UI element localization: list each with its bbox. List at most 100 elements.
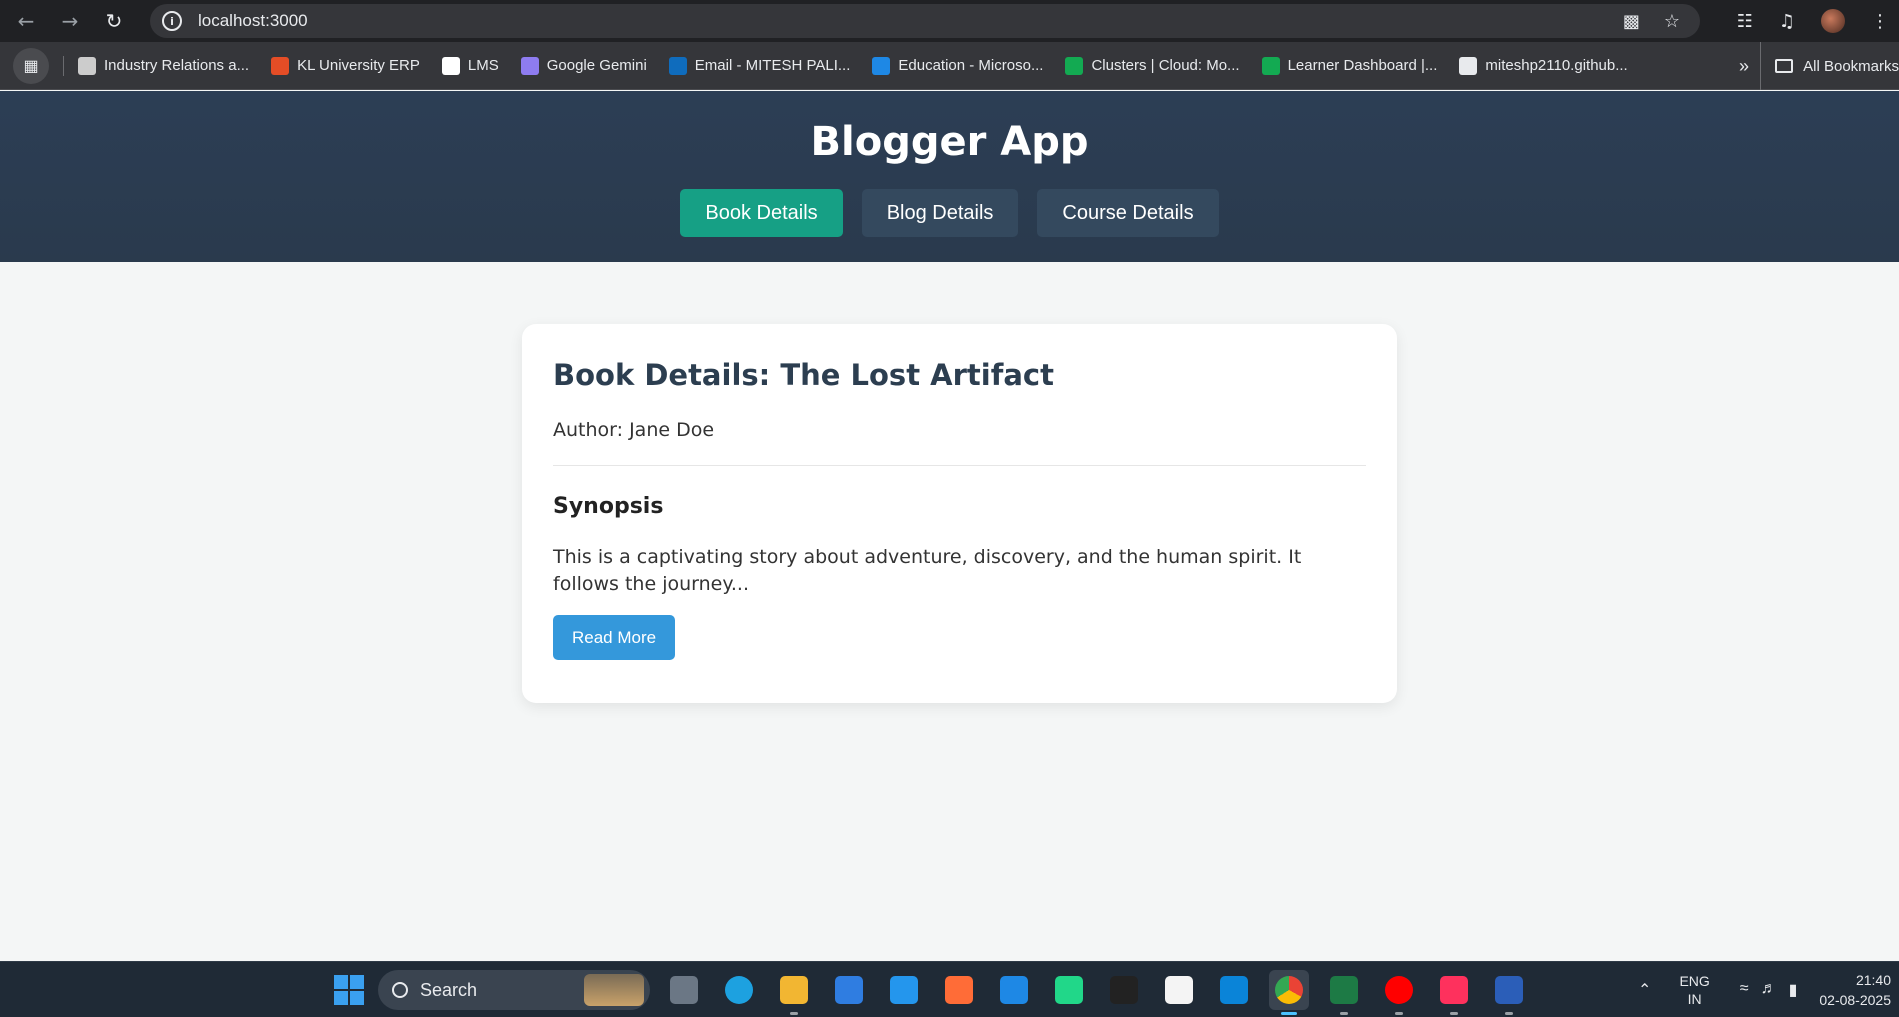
edge-icon-glyph — [725, 976, 753, 1004]
erp-icon — [271, 56, 290, 75]
bookmark-star-icon[interactable]: ☆ — [1664, 11, 1680, 32]
bookmark-item[interactable]: KL University ERP — [271, 56, 420, 75]
taskbar-search-label: Search — [420, 979, 478, 1000]
intellij-icon[interactable] — [1434, 970, 1474, 1015]
show-hidden-icons-icon[interactable]: ⌃ — [1638, 980, 1651, 1000]
lang-bottom: IN — [1687, 991, 1702, 1007]
azure-icon — [872, 56, 891, 75]
bookmark-item[interactable]: Email - MITESH PALI... — [668, 56, 851, 75]
running-indicator — [1340, 1012, 1348, 1015]
start-windows-icon[interactable] — [334, 975, 364, 1005]
globe-icon — [78, 56, 96, 75]
bookmarks-separator — [63, 55, 64, 76]
synopsis-heading: Synopsis — [553, 494, 664, 519]
wifi-icon[interactable]: ≈ — [1740, 980, 1749, 1000]
clock[interactable]: 21:40 02-08-2025 — [1819, 970, 1891, 1010]
all-bookmarks-button[interactable]: All Bookmarks — [1760, 42, 1899, 90]
install-app-icon[interactable]: ▩ — [1623, 11, 1640, 32]
bookmark-label: Industry Relations a... — [104, 57, 250, 74]
mongodb-icon — [1065, 56, 1084, 75]
bookmark-item[interactable]: Google Gemini — [520, 56, 647, 75]
back-icon[interactable]: ← — [8, 3, 44, 39]
notion-icon[interactable] — [1104, 970, 1144, 1010]
search-icon — [392, 982, 408, 998]
reload-icon[interactable]: ↻ — [96, 3, 132, 39]
app-title: Blogger App — [810, 119, 1089, 165]
tab-course-details[interactable]: Course Details — [1037, 189, 1219, 237]
edge-icon[interactable] — [719, 970, 759, 1010]
read-more-button[interactable]: Read More — [553, 615, 676, 660]
excel-icon[interactable] — [1324, 970, 1364, 1015]
forward-icon[interactable]: → — [52, 3, 88, 39]
book-title: Book Details: The Lost Artifact — [553, 358, 1054, 392]
bookmarks-bar: ▦ Industry Relations a... KL University E… — [0, 42, 1899, 90]
bookmark-label: Google Gemini — [546, 57, 647, 74]
file-explorer-icon[interactable] — [774, 970, 814, 1015]
bookmark-item[interactable]: Education - Microso... — [872, 56, 1044, 75]
running-indicator — [1505, 1012, 1513, 1015]
battery-icon[interactable]: ▮ — [1789, 980, 1798, 1000]
running-indicator — [1395, 1012, 1403, 1015]
intellij-icon-glyph — [1440, 976, 1468, 1004]
language-indicator[interactable]: ENG IN — [1679, 972, 1709, 1008]
clock-time: 21:40 — [1855, 972, 1891, 988]
pycharm-icon-glyph — [1055, 976, 1083, 1004]
chrome-icon[interactable] — [1269, 970, 1309, 1015]
more-bookmarks-icon[interactable]: » — [1739, 42, 1749, 90]
tab-book-details[interactable]: Book Details — [680, 189, 843, 237]
system-tray: ⌃ ENG IN ≈ ♬ ▮ 21:40 02-08-2025 — [1638, 962, 1899, 1017]
book-card: Book Details: The Lost Artifact Author: … — [522, 324, 1397, 703]
bookmark-item[interactable]: Clusters | Cloud: Mo... — [1065, 56, 1240, 75]
bookmark-item[interactable]: miteshp2110.github... — [1459, 56, 1628, 75]
youtube-music-icon-glyph — [1385, 976, 1413, 1004]
menu-kebab-icon[interactable]: ⋮ — [1871, 11, 1889, 32]
chrome-icon-glyph — [1275, 976, 1303, 1004]
pycharm-icon[interactable] — [1049, 970, 1089, 1010]
task-view-icon-glyph — [670, 976, 698, 1004]
word-icon-glyph — [1495, 976, 1523, 1004]
windows-taskbar: Search ⌃ ENG IN ≈ ♬ ▮ 21:40 02-08-2025 — [0, 961, 1899, 1017]
apps-grid-icon[interactable]: ▦ — [13, 47, 49, 84]
volume-icon[interactable]: ♬ — [1761, 980, 1777, 1000]
app-store-icon[interactable] — [829, 970, 869, 1010]
address-bar[interactable]: i localhost:3000 ▩ ☆ — [150, 4, 1700, 38]
bookmark-item[interactable]: Industry Relations a... — [78, 56, 250, 75]
profile-avatar[interactable] — [1821, 9, 1845, 33]
docker-icon[interactable] — [884, 970, 924, 1010]
bookmark-item[interactable]: Learner Dashboard |... — [1261, 56, 1437, 75]
bookmark-label: Email - MITESH PALI... — [694, 57, 851, 74]
search-highlight-image — [584, 974, 644, 1006]
wix-icon-glyph — [1165, 976, 1193, 1004]
vscode-icon[interactable] — [1214, 970, 1254, 1010]
running-indicator — [1281, 1012, 1297, 1015]
tab-blog-details[interactable]: Blog Details — [861, 189, 1019, 237]
webstorm-icon[interactable] — [994, 970, 1034, 1010]
gemini-icon — [520, 56, 539, 75]
site-info-icon[interactable]: i — [162, 11, 182, 31]
bookmark-item[interactable]: LMS — [441, 56, 499, 75]
card-divider — [553, 465, 1366, 466]
word-icon[interactable] — [1489, 970, 1529, 1015]
url-text[interactable]: localhost:3000 — [198, 11, 308, 31]
taskbar-search[interactable]: Search — [378, 970, 650, 1010]
notion-icon-glyph — [1110, 976, 1138, 1004]
book-author: Author: Jane Doe — [553, 419, 715, 441]
postman-icon[interactable] — [939, 970, 979, 1010]
wix-icon[interactable] — [1159, 970, 1199, 1010]
clock-date: 02-08-2025 — [1819, 992, 1891, 1008]
outlook-icon — [668, 56, 687, 75]
folder-icon — [1775, 59, 1794, 73]
bookmark-label: miteshp2110.github... — [1485, 57, 1628, 74]
code-icon — [1459, 56, 1478, 75]
bookmark-label: Education - Microso... — [898, 57, 1044, 74]
extensions-icon[interactable]: ☷ — [1737, 11, 1753, 32]
youtube-music-icon[interactable] — [1379, 970, 1419, 1015]
lang-top: ENG — [1679, 973, 1710, 989]
task-view-icon[interactable] — [664, 970, 704, 1010]
app-header: Blogger App Book Details Blog Details Co… — [0, 91, 1899, 262]
running-indicator — [790, 1012, 798, 1015]
mongodb-icon — [1261, 56, 1280, 75]
vscode-icon-glyph — [1220, 976, 1248, 1004]
media-controls-icon[interactable]: ♫ — [1779, 11, 1795, 32]
running-indicator — [1450, 1012, 1458, 1015]
